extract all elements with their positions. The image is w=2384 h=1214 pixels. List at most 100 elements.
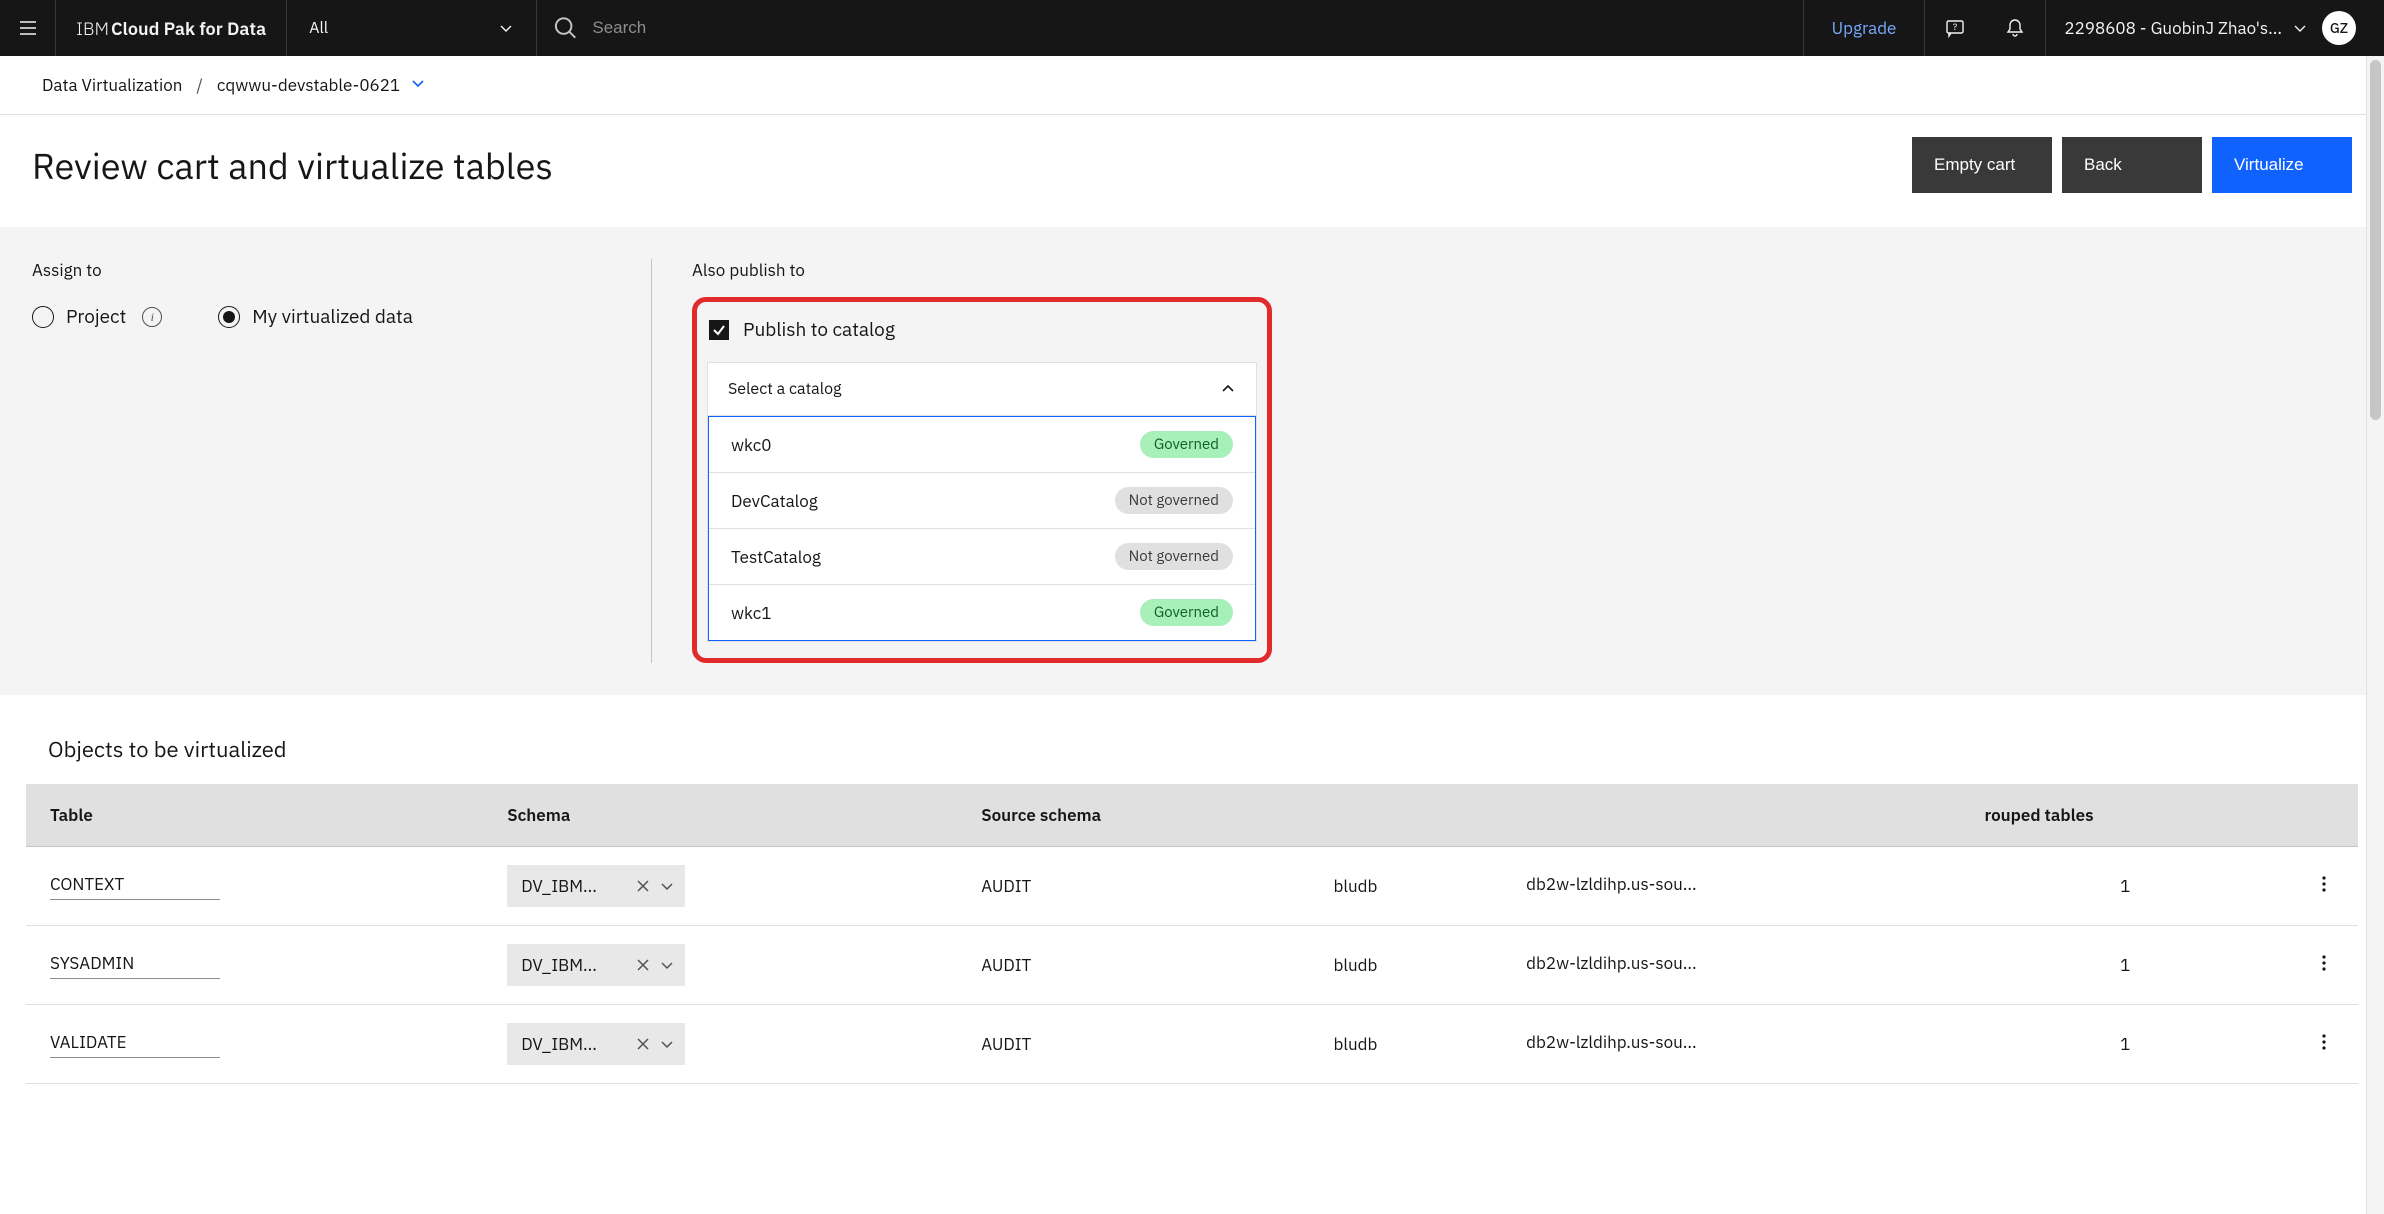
table-name-input[interactable]: VALIDATE xyxy=(50,1031,220,1058)
governed-badge: Governed xyxy=(1140,431,1233,458)
chevron-down-icon[interactable] xyxy=(659,1036,675,1052)
cell-source-db: bludb xyxy=(1309,1005,1502,1084)
catalog-option[interactable]: wkc1 Governed xyxy=(709,585,1255,640)
close-icon[interactable] xyxy=(635,878,651,894)
table-name-input[interactable]: CONTEXT xyxy=(50,873,220,900)
page-title: Review cart and virtualize tables xyxy=(32,142,553,189)
scrollbar-thumb[interactable] xyxy=(2370,60,2381,420)
radio-unchecked-icon xyxy=(32,306,54,328)
help-button[interactable]: ? xyxy=(1925,0,1985,56)
cell-source-schema: AUDIT xyxy=(957,926,1309,1005)
objects-title: Objects to be virtualized xyxy=(26,715,2358,784)
col-source-schema: Source schema xyxy=(957,784,1309,847)
page-actions: Empty cart Back Virtualize xyxy=(1912,137,2352,193)
radio-project[interactable]: Project i xyxy=(32,305,162,329)
info-icon[interactable]: i xyxy=(142,307,162,327)
breadcrumb-dropdown[interactable] xyxy=(410,74,426,96)
publish-checkbox-label: Publish to catalog xyxy=(743,318,895,342)
schema-selector[interactable]: DV_IBM... xyxy=(507,865,685,907)
table-row: VALIDATE DV_IBM... AUDIT bludb db2w-lzld… xyxy=(26,1005,2358,1084)
catalog-option-name: wkc1 xyxy=(731,602,771,624)
col-table: Table xyxy=(26,784,483,847)
objects-table: Table Schema Source schema rouped tables… xyxy=(26,784,2358,1084)
chevron-down-icon[interactable] xyxy=(659,957,675,973)
catalog-select: Select a catalog wkc0 Governed DevCatalo… xyxy=(707,362,1257,642)
hamburger-icon xyxy=(18,18,38,38)
publish-checkbox[interactable] xyxy=(709,320,729,340)
back-button[interactable]: Back xyxy=(2062,137,2202,193)
overflow-menu-icon[interactable] xyxy=(2314,1032,2334,1052)
catalog-option[interactable]: TestCatalog Not governed xyxy=(709,529,1255,585)
scope-dropdown[interactable]: All xyxy=(287,0,537,56)
catalog-option-list: wkc0 Governed DevCatalog Not governed Te… xyxy=(708,416,1256,641)
catalog-option-name: wkc0 xyxy=(731,434,771,456)
brand: IBM Cloud Pak for Data xyxy=(56,0,287,56)
catalog-option[interactable]: DevCatalog Not governed xyxy=(709,473,1255,529)
cell-grouped: 1 xyxy=(1960,926,2290,1005)
catalog-option-name: TestCatalog xyxy=(731,546,821,568)
cell-actions xyxy=(2290,926,2358,1005)
chevron-down-icon xyxy=(2292,20,2308,36)
chevron-down-icon[interactable] xyxy=(659,878,675,894)
radio-checked-icon xyxy=(218,306,240,328)
topbar: IBM Cloud Pak for Data All Upgrade ? 229… xyxy=(0,0,2384,56)
cell-schema: DV_IBM... xyxy=(483,926,957,1005)
empty-cart-button[interactable]: Empty cart xyxy=(1912,137,2052,193)
overflow-menu-icon[interactable] xyxy=(2314,953,2334,973)
breadcrumb-sep: / xyxy=(196,74,203,96)
search-wrapper[interactable] xyxy=(537,0,1803,56)
assign-left: Assign to Project i My virtualized data xyxy=(32,259,652,663)
radio-project-label: Project xyxy=(66,305,126,329)
radio-my-virtualized[interactable]: My virtualized data xyxy=(218,305,413,329)
scrollbar[interactable] xyxy=(2366,56,2384,1214)
breadcrumb-item-1[interactable]: Data Virtualization xyxy=(42,74,182,96)
not-governed-badge: Not governed xyxy=(1115,487,1233,514)
table-row: CONTEXT DV_IBM... AUDIT bludb db2w-lzldi… xyxy=(26,847,2358,926)
col-grouped-tables: rouped tables xyxy=(1960,784,2290,847)
col-schema: Schema xyxy=(483,784,957,847)
overflow-menu-icon[interactable] xyxy=(2314,874,2334,894)
cell-source-host: db2w-lzldihp.us-sou... xyxy=(1502,926,1960,1005)
assign-section: Assign to Project i My virtualized data … xyxy=(0,227,2384,695)
catalog-select-head[interactable]: Select a catalog xyxy=(708,363,1256,416)
close-icon[interactable] xyxy=(635,1036,651,1052)
cell-source-host: db2w-lzldihp.us-sou... xyxy=(1502,1005,1960,1084)
catalog-option-name: DevCatalog xyxy=(731,490,818,512)
brand-main: Cloud Pak for Data xyxy=(111,17,266,40)
search-icon xyxy=(553,15,578,41)
publish-checkbox-row[interactable]: Publish to catalog xyxy=(709,318,1257,342)
svg-text:?: ? xyxy=(1953,22,1957,33)
cell-grouped: 1 xyxy=(1960,1005,2290,1084)
cell-schema: DV_IBM... xyxy=(483,1005,957,1084)
publish-highlight-box: Publish to catalog Select a catalog wkc0… xyxy=(692,297,1272,663)
cell-grouped: 1 xyxy=(1960,847,2290,926)
col-actions xyxy=(2290,784,2358,847)
virtualize-button[interactable]: Virtualize xyxy=(2212,137,2352,193)
upgrade-link[interactable]: Upgrade xyxy=(1804,0,1926,56)
account-dropdown[interactable]: 2298608 - GuobinJ Zhao's... GZ xyxy=(2045,0,2384,56)
breadcrumb: Data Virtualization / cqwwu-devstable-06… xyxy=(0,56,2384,115)
schema-selector[interactable]: DV_IBM... xyxy=(507,1023,685,1065)
search-input[interactable] xyxy=(592,18,1786,38)
cell-actions xyxy=(2290,847,2358,926)
notifications-button[interactable] xyxy=(1985,0,2045,56)
chevron-up-icon xyxy=(1220,381,1236,397)
scope-label: All xyxy=(309,18,328,38)
col-source-db xyxy=(1309,784,1502,847)
cell-actions xyxy=(2290,1005,2358,1084)
schema-selector[interactable]: DV_IBM... xyxy=(507,944,685,986)
cell-schema: DV_IBM... xyxy=(483,847,957,926)
radio-my-virtualized-label: My virtualized data xyxy=(252,305,413,329)
table-name-input[interactable]: SYSADMIN xyxy=(50,952,220,979)
avatar[interactable]: GZ xyxy=(2322,11,2356,45)
not-governed-badge: Not governed xyxy=(1115,543,1233,570)
close-icon[interactable] xyxy=(635,957,651,973)
breadcrumb-item-2[interactable]: cqwwu-devstable-0621 xyxy=(217,74,400,96)
schema-value: DV_IBM... xyxy=(521,954,597,976)
cell-table: CONTEXT xyxy=(26,847,483,926)
schema-value: DV_IBM... xyxy=(521,1033,597,1055)
hamburger-menu[interactable] xyxy=(0,0,56,56)
catalog-option[interactable]: wkc0 Governed xyxy=(709,417,1255,473)
chevron-down-icon xyxy=(410,75,426,91)
cell-source-host: db2w-lzldihp.us-sou... xyxy=(1502,847,1960,926)
